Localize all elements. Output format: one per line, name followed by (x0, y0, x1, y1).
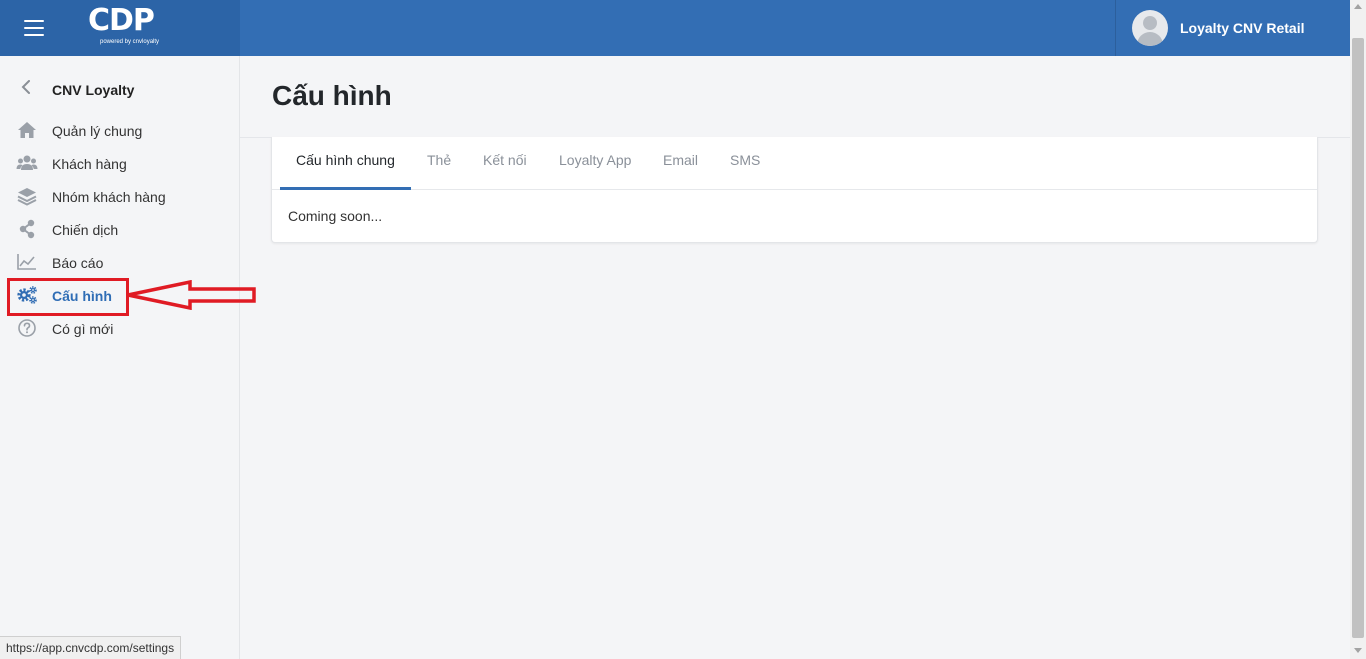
tab-cau-hinh-chung[interactable]: Cấu hình chung (280, 137, 411, 190)
layers-icon (17, 188, 37, 206)
tab-ket-noi[interactable]: Kết nối (483, 137, 533, 190)
settings-tabs: Cấu hình chung Thẻ Kết nối Loyalty App E… (272, 137, 1317, 190)
tab-loyalty-app[interactable]: Loyalty App (559, 137, 639, 190)
sidebar-item-khach-hang[interactable]: Khách hàng (0, 148, 240, 178)
cdp-logo[interactable]: CDP powered by cnvloyalty (88, 4, 168, 52)
tab-label: Email (663, 152, 699, 168)
scroll-up-arrow-icon[interactable] (1354, 4, 1362, 9)
sidebar-back-button[interactable]: CNV Loyalty (0, 74, 240, 104)
hamburger-menu-icon[interactable] (24, 20, 44, 36)
avatar (1132, 10, 1168, 46)
annotation-highlight-box (7, 278, 129, 316)
sidebar: CNV Loyalty Quản lý chung Khách hàng Nhó… (0, 56, 240, 659)
page-title: Cấu hình (272, 80, 392, 111)
user-name: Loyalty CNV Retail (1180, 20, 1305, 36)
scroll-thumb[interactable] (1352, 38, 1364, 638)
top-bar: CDP powered by cnvloyalty Loyalty CNV Re… (0, 0, 1350, 56)
home-icon (18, 122, 36, 138)
status-bar-url: https://app.cnvcdp.com/settings (0, 636, 182, 659)
sidebar-item-bao-cao[interactable]: Báo cáo (0, 247, 240, 277)
sidebar-item-chien-dich[interactable]: Chiến dịch (0, 214, 240, 244)
tab-content-text: Coming soon... (288, 208, 383, 224)
sidebar-item-label: Báo cáo (52, 255, 104, 271)
tab-the[interactable]: Thẻ (427, 137, 457, 190)
chart-line-icon (17, 254, 36, 270)
tab-sms[interactable]: SMS (730, 137, 770, 190)
sidebar-item-label: Có gì mới (52, 321, 114, 337)
sidebar-item-co-gi-moi[interactable]: Có gì mới (0, 313, 240, 343)
user-menu[interactable]: Loyalty CNV Retail (1115, 0, 1350, 56)
tab-label: Loyalty App (559, 152, 632, 168)
question-circle-icon (18, 319, 36, 337)
logo-text: CDP (88, 3, 155, 38)
sidebar-item-label: Quản lý chung (52, 123, 143, 139)
brand-area: CDP powered by cnvloyalty (0, 0, 240, 56)
tab-email[interactable]: Email (663, 137, 708, 190)
chevron-left-icon (21, 80, 30, 94)
sidebar-item-label: Nhóm khách hàng (52, 189, 166, 205)
page-scrollbar[interactable] (1350, 0, 1366, 659)
scroll-down-arrow-icon[interactable] (1354, 648, 1362, 653)
sidebar-item-label: Khách hàng (52, 156, 127, 172)
tab-label: SMS (730, 152, 761, 168)
tab-label: Thẻ (427, 152, 452, 168)
logo-subtext: powered by cnvloyalty (100, 39, 160, 45)
share-icon (19, 219, 35, 239)
annotation-arrow-icon (127, 280, 256, 310)
sidebar-item-nhom-khach-hang[interactable]: Nhóm khách hàng (0, 181, 240, 211)
sidebar-title: CNV Loyalty (52, 82, 135, 98)
sidebar-item-quan-ly-chung[interactable]: Quản lý chung (0, 115, 240, 145)
sidebar-item-label: Chiến dịch (52, 222, 119, 238)
tab-label: Cấu hình chung (296, 152, 395, 168)
tab-label: Kết nối (483, 152, 527, 168)
settings-card: Cấu hình chung Thẻ Kết nối Loyalty App E… (271, 137, 1318, 243)
users-icon (16, 155, 38, 170)
